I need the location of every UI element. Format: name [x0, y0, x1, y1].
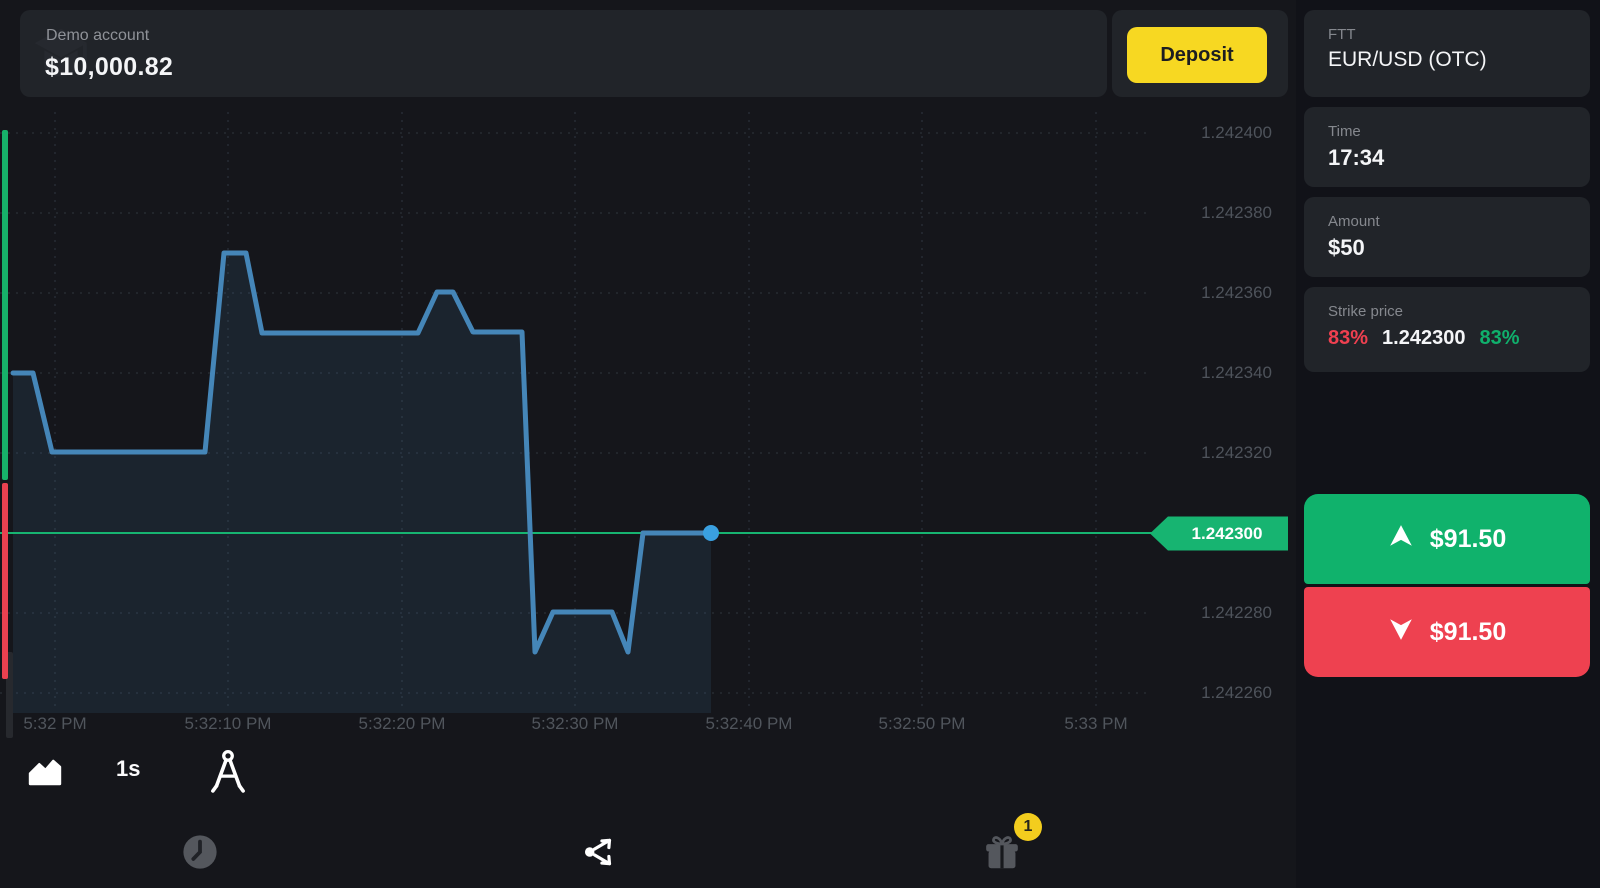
instrument-category: FTT [1328, 26, 1356, 43]
x-axis-label: 5:32:50 PM [879, 714, 966, 734]
gift-icon [983, 861, 1021, 876]
expand-nav-button[interactable] [578, 831, 622, 875]
account-balance: $10,000.82 [45, 53, 173, 82]
clock-icon [181, 859, 219, 874]
sentiment-bar-down [2, 483, 8, 679]
deposit-button[interactable]: Deposit [1127, 27, 1267, 83]
amount-label: Amount [1328, 213, 1380, 230]
y-axis-label: 1.242280 [1201, 603, 1272, 623]
x-axis-label: 5:32:10 PM [185, 714, 272, 734]
call-payout: $91.50 [1430, 525, 1506, 554]
y-axis-label: 1.242400 [1201, 123, 1272, 143]
timeframe-button[interactable]: 1s [116, 756, 140, 782]
instrument-name: EUR/USD (OTC) [1328, 48, 1487, 72]
x-axis-label: 5:32:30 PM [532, 714, 619, 734]
x-axis-label: 5:32:40 PM [706, 714, 793, 734]
area-chart-icon [27, 778, 63, 793]
put-payout: $91.50 [1430, 618, 1506, 647]
put-percent: 83% [1328, 327, 1368, 350]
drawing-tools-button[interactable] [206, 748, 250, 798]
bonuses-nav-button[interactable] [980, 833, 1024, 877]
y-axis-label: 1.242340 [1201, 363, 1272, 383]
strike-label: Strike price [1328, 303, 1403, 320]
x-axis-label: 5:32 PM [23, 714, 86, 734]
deposit-card: Deposit [1112, 10, 1288, 97]
arrow-down-icon [1388, 617, 1414, 648]
call-percent: 83% [1479, 327, 1519, 350]
x-axis-label: 5:32:20 PM [359, 714, 446, 734]
strike-price-tag: 1.242300 [1150, 515, 1288, 552]
chart-type-button[interactable] [24, 752, 66, 794]
sentiment-bar-up [2, 130, 8, 480]
amount-value: $50 [1328, 235, 1365, 261]
y-axis-label: 1.242380 [1201, 203, 1272, 223]
trading-app: 1.242400 1.242380 1.242360 1.242340 1.242320… [0, 0, 1600, 888]
x-axis-label: 5:33 PM [1064, 714, 1127, 734]
route-arrows-icon [581, 859, 619, 874]
y-axis-label: 1.242320 [1201, 443, 1272, 463]
gift-badge: 1 [1014, 813, 1042, 841]
strike-price-value: 1.242300 [1382, 327, 1465, 350]
account-balance-card[interactable]: Demo account $10,000.82 [20, 10, 1107, 97]
account-type-label: Demo account [46, 27, 149, 45]
time-value: 17:34 [1328, 145, 1384, 171]
price-chart: 1.242400 1.242380 1.242360 1.242340 1.242320… [0, 0, 1296, 745]
time-label: Time [1328, 123, 1361, 140]
arrow-up-icon [1388, 524, 1414, 555]
time-selector-card[interactable]: Time 17:34 [1304, 107, 1590, 187]
call-button[interactable]: $91.50 [1304, 494, 1590, 584]
strike-values: 83% 1.242300 83% [1328, 327, 1519, 350]
history-nav-button[interactable] [178, 831, 222, 875]
chart-canvas [0, 0, 1296, 745]
y-axis-label: 1.242260 [1201, 683, 1272, 703]
y-axis-label: 1.242360 [1201, 283, 1272, 303]
amount-selector-card[interactable]: Amount $50 [1304, 197, 1590, 277]
put-button[interactable]: $91.50 [1304, 587, 1590, 677]
trade-panel: FTT EUR/USD (OTC) Time 17:34 Amount $50 … [1296, 0, 1600, 888]
instrument-card[interactable]: FTT EUR/USD (OTC) [1304, 10, 1590, 97]
compass-icon [208, 783, 248, 798]
strike-price-card[interactable]: Strike price 83% 1.242300 83% [1304, 287, 1590, 372]
